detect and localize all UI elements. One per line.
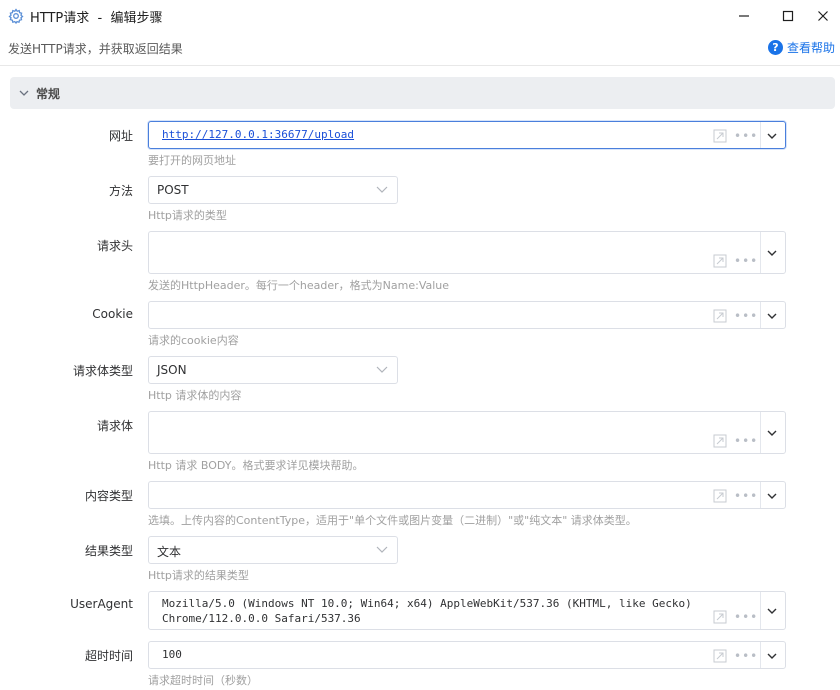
timeout-field[interactable]: 100 ••• [148, 641, 786, 669]
chevron-down-icon[interactable] [766, 310, 778, 322]
dropdown-separator [760, 122, 761, 148]
more-icon[interactable]: ••• [734, 310, 757, 322]
user-agent-value-line2: Chrome/112.0.0.0 Safari/537.36 [162, 612, 361, 625]
window-subtitle: 发送HTTP请求，并获取返回结果 [8, 42, 183, 56]
chevron-down-icon[interactable] [766, 427, 778, 439]
expand-icon[interactable] [713, 129, 727, 143]
close-button[interactable] [806, 0, 840, 32]
maximize-icon [782, 10, 794, 22]
timeout-hint: 请求超时时间（秒数） [148, 674, 258, 687]
user-agent-label: UserAgent [70, 597, 133, 611]
body-type-label: 请求体类型 [72, 364, 133, 378]
content-type-field[interactable]: ••• [148, 481, 786, 509]
gear-icon [8, 8, 24, 24]
chevron-down-icon[interactable] [766, 247, 778, 259]
expand-icon[interactable] [713, 434, 727, 448]
minimize-icon [739, 15, 749, 17]
more-icon[interactable]: ••• [734, 255, 757, 267]
dropdown-separator [760, 592, 761, 629]
chevron-down-icon [376, 546, 388, 553]
result-type-select[interactable]: 文本 [148, 536, 398, 564]
dropdown-separator [760, 412, 761, 453]
headers-hint: 发送的HttpHeader。每行一个header，格式为Name:Value [148, 279, 450, 292]
expand-icon[interactable] [713, 610, 727, 624]
url-label: 网址 [108, 129, 133, 143]
headers-label: 请求头 [96, 239, 133, 253]
chevron-down-icon[interactable] [766, 130, 778, 142]
close-icon [818, 11, 828, 21]
body-type-select[interactable]: JSON [148, 356, 398, 384]
more-icon[interactable]: ••• [734, 611, 757, 623]
expand-icon[interactable] [713, 489, 727, 503]
url-field[interactable]: http://127.0.0.1:36677/upload ••• [148, 121, 786, 149]
timeout-value: 100 [162, 648, 182, 661]
dropdown-separator [760, 302, 761, 328]
chevron-down-icon [19, 90, 29, 96]
chevron-down-icon[interactable] [766, 650, 778, 662]
body-label: 请求体 [96, 419, 133, 433]
window-title: HTTP请求 - 编辑步骤 [30, 11, 163, 26]
user-agent-value-line1: Mozilla/5.0 (Windows NT 10.0; Win64; x64… [162, 597, 692, 610]
body-type-hint: Http 请求体的内容 [148, 389, 242, 402]
question-icon: ? [768, 40, 783, 55]
more-icon[interactable]: ••• [734, 130, 757, 142]
method-hint: Http请求的类型 [148, 209, 227, 222]
section-general-header[interactable]: 常规 [10, 77, 835, 109]
content-type-label: 内容类型 [84, 489, 133, 503]
more-icon[interactable]: ••• [734, 490, 757, 502]
dropdown-separator [760, 482, 761, 508]
method-select[interactable]: POST [148, 176, 398, 204]
content-type-hint: 选填。上传内容的ContentType，适用于"单个文件或图片变量（二进制）"或… [148, 514, 637, 527]
more-icon[interactable]: ••• [734, 435, 757, 447]
body-type-value: JSON [157, 363, 187, 377]
cookie-hint: 请求的cookie内容 [148, 334, 239, 347]
timeout-label: 超时时间 [84, 649, 133, 663]
maximize-button[interactable] [766, 0, 810, 32]
url-value: http://127.0.0.1:36677/upload [162, 128, 355, 141]
user-agent-field[interactable]: Mozilla/5.0 (Windows NT 10.0; Win64; x64… [148, 591, 786, 630]
minimize-button[interactable] [722, 0, 766, 32]
chevron-down-icon[interactable] [766, 490, 778, 502]
title-bar: HTTP请求 - 编辑步骤 [0, 0, 840, 32]
chevron-down-icon [376, 186, 388, 193]
result-type-hint: Http请求的结果类型 [148, 569, 249, 582]
expand-icon[interactable] [713, 649, 727, 663]
headers-field[interactable]: ••• [148, 231, 786, 274]
cookie-label: Cookie [92, 307, 133, 321]
url-hint: 要打开的网页地址 [148, 154, 236, 167]
help-link[interactable]: ? 查看帮助 [768, 39, 835, 56]
result-type-label: 结果类型 [84, 544, 133, 558]
help-label: 查看帮助 [787, 41, 836, 55]
method-value: POST [157, 183, 189, 197]
chevron-down-icon[interactable] [766, 605, 778, 617]
result-type-value: 文本 [157, 545, 182, 559]
section-title: 常规 [36, 86, 61, 101]
more-icon[interactable]: ••• [734, 650, 757, 662]
chevron-down-icon [376, 366, 388, 373]
header-divider [0, 65, 840, 66]
method-label: 方法 [108, 184, 133, 198]
dropdown-separator [760, 232, 761, 273]
dropdown-separator [760, 642, 761, 668]
expand-icon[interactable] [713, 309, 727, 323]
expand-icon[interactable] [713, 254, 727, 268]
cookie-field[interactable]: ••• [148, 301, 786, 329]
body-field[interactable]: ••• [148, 411, 786, 454]
body-hint: Http 请求 BODY。格式要求详见模块帮助。 [148, 459, 364, 472]
